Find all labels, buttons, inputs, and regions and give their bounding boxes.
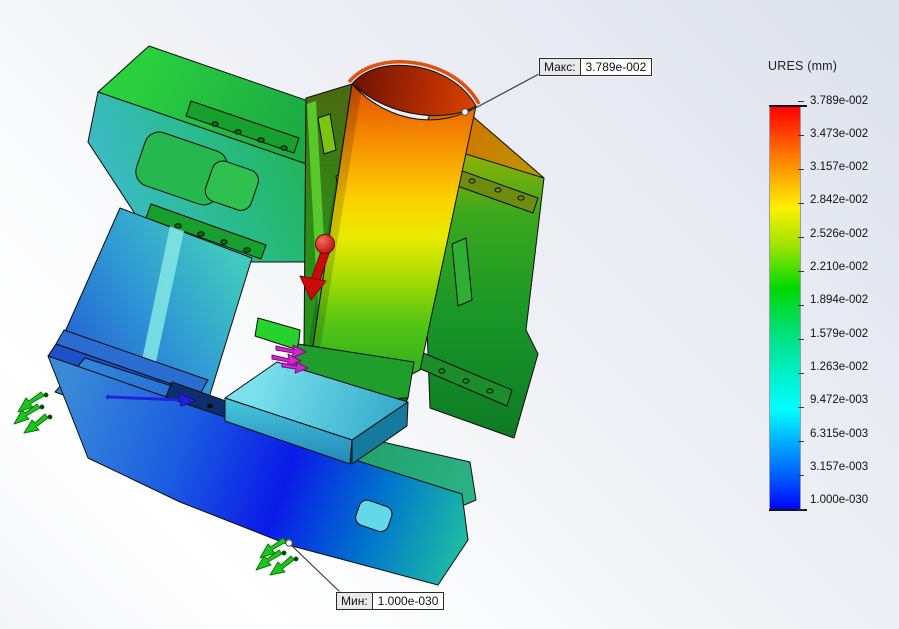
min-anchor-dot xyxy=(285,539,293,547)
legend-tick-marks xyxy=(798,100,804,510)
legend-tick-label: 2.842e-002 xyxy=(810,194,869,207)
max-annotation-callout[interactable]: Макс: 3.789e-002 xyxy=(539,58,653,76)
max-value: 3.789e-002 xyxy=(580,59,652,75)
legend-tick-label: 2.210e-002 xyxy=(810,261,869,274)
min-value: 1.000e-030 xyxy=(372,593,444,609)
fixture-arrow-icon xyxy=(23,413,49,434)
min-label: Мин: xyxy=(337,593,373,609)
legend-tick-label: 3.473e-002 xyxy=(810,127,869,140)
legend-tick-label: 2.526e-002 xyxy=(810,227,869,240)
machine-model-canvas[interactable] xyxy=(0,0,899,629)
machine-model[interactable] xyxy=(13,45,545,594)
max-anchor-dot xyxy=(461,108,469,116)
legend-tick-label: 1.263e-002 xyxy=(810,361,869,374)
legend-color-bar[interactable] xyxy=(769,107,801,510)
legend-tick-label: 3.157e-002 xyxy=(810,161,869,174)
legend-title: URES (mm) xyxy=(768,59,838,73)
legend-tick-label: 1.894e-002 xyxy=(810,294,869,307)
legend-tick-labels: 3.789e-002 3.473e-002 3.157e-002 2.842e-… xyxy=(810,94,868,509)
legend-tick-label: 3.157e-003 xyxy=(810,461,869,474)
legend-tick-label: 9.472e-003 xyxy=(810,394,869,407)
legend-tick-label: 1.000e-030 xyxy=(810,494,869,507)
min-annotation-callout[interactable]: Мин: 1.000e-030 xyxy=(336,592,445,610)
legend-tick-label: 1.579e-002 xyxy=(810,327,869,340)
legend-tick-label: 6.315e-003 xyxy=(810,427,869,440)
3d-viewport[interactable]: Макс: 3.789e-002 Мин: 1.000e-030 URES (m… xyxy=(0,0,899,629)
legend-tick-label: 3.789e-002 xyxy=(810,94,869,107)
max-leader-line xyxy=(465,73,540,114)
fixture-left xyxy=(13,391,53,434)
load-arrow-ball xyxy=(315,234,335,254)
max-label: Макс: xyxy=(540,59,581,75)
